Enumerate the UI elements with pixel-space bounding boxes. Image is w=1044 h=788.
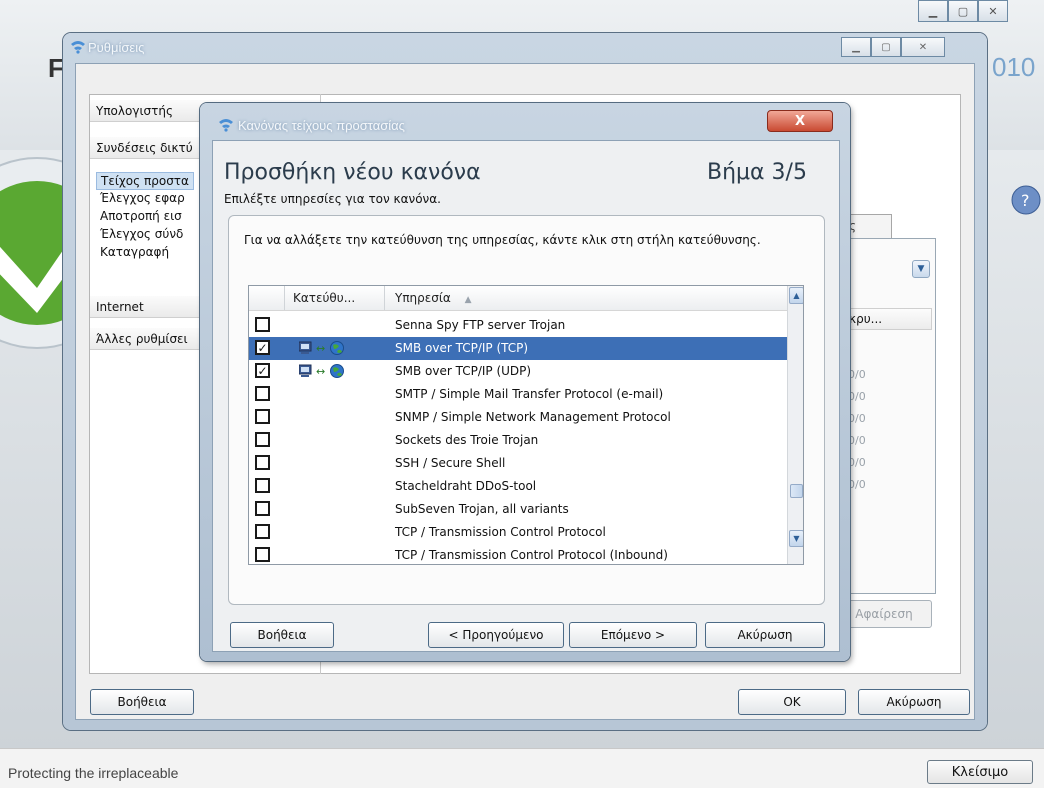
app-close-button[interactable]: Κλείσιμο <box>927 760 1033 784</box>
checkbox-unchecked[interactable] <box>255 386 270 401</box>
sort-ascending-icon: ▲ <box>464 295 472 305</box>
svg-text:↔: ↔ <box>316 342 325 355</box>
subitem-logging[interactable]: Καταγραφή <box>96 244 173 260</box>
checkbox-checked[interactable]: ✓ <box>255 340 270 355</box>
service-name: SMB over TCP/IP (TCP) <box>395 341 529 355</box>
service-name: TCP / Transmission Control Protocol (Inb… <box>395 548 668 562</box>
checkbox-unchecked[interactable] <box>255 478 270 493</box>
wizard-cancel-button[interactable]: Ακύρωση <box>705 622 825 648</box>
checkbox-checked[interactable]: ✓ <box>255 363 270 378</box>
svg-text:?: ? <box>1021 191 1030 210</box>
service-row[interactable]: ✓ ↔ SMB over TCP/IP (UDP) <box>249 360 787 383</box>
service-row[interactable]: TCP / Transmission Control Protocol <box>249 521 787 544</box>
wizard-heading: Προσθήκη νέου κανόνα <box>224 160 481 185</box>
service-name: Sockets des Troie Trojan <box>395 433 539 447</box>
service-row[interactable]: SMTP / Simple Mail Transfer Protocol (e-… <box>249 383 787 406</box>
settings-window-title: Ρυθμίσεις <box>88 40 145 55</box>
close-icon[interactable]: ✕ <box>978 0 1008 22</box>
wizard-instruction: Για να αλλάξετε την κατεύθυνση της υπηρε… <box>244 233 761 247</box>
service-name: SubSeven Trojan, all variants <box>395 502 569 516</box>
bg-value: 0/0 <box>848 478 866 491</box>
app-window-controls: ▁ ▢ ✕ <box>918 0 1008 22</box>
service-row[interactable]: Stacheldraht DDoS-tool <box>249 475 787 498</box>
checkbox-unchecked[interactable] <box>255 501 270 516</box>
service-row[interactable]: ✓ ↔ SMB over TCP/IP (TCP) <box>249 337 787 360</box>
settings-help-button[interactable]: Βοήθεια <box>90 689 194 715</box>
service-row[interactable]: SubSeven Trojan, all variants <box>249 498 787 521</box>
app-year-fragment: 010 <box>992 52 1036 82</box>
wizard-step: Βήμα 3/5 <box>707 160 807 185</box>
wizard-back-button[interactable]: < Προηγούμενο <box>428 622 564 648</box>
service-name: Senna Spy FTP server Trojan <box>395 318 566 332</box>
app-brand-letter: F <box>48 53 64 83</box>
service-row[interactable]: SSH / Secure Shell <box>249 452 787 475</box>
bg-value: 0/0 <box>848 434 866 447</box>
close-icon[interactable]: X <box>767 110 833 132</box>
service-name: SMTP / Simple Mail Transfer Protocol (e-… <box>395 387 664 401</box>
service-list-scrollbar[interactable]: ▲ ▼ <box>787 286 803 564</box>
close-icon[interactable]: ✕ <box>901 37 945 57</box>
service-name: SSH / Secure Shell <box>395 456 506 470</box>
bg-value: 0/0 <box>848 368 866 381</box>
service-list-header: Κατεύθυ... Υπηρεσία ▲ <box>249 286 787 311</box>
subitem-app-control[interactable]: Έλεγχος εφαρ <box>96 190 189 206</box>
bg-value: 0/0 <box>848 412 866 425</box>
service-list[interactable]: Κατεύθυ... Υπηρεσία ▲ Senna Spy FTP serv… <box>248 285 804 565</box>
settings-window-controls: ▁ ▢ ✕ <box>841 37 945 57</box>
chevron-down-icon[interactable]: ▼ <box>912 260 930 278</box>
app-tagline: Protecting the irreplaceable <box>8 765 179 781</box>
dialog-title: Κανόνας τείχους προστασίας <box>238 118 405 133</box>
checkbox-unchecked[interactable] <box>255 409 270 424</box>
wizard-next-button[interactable]: Επόμενο > <box>569 622 697 648</box>
subitem-firewall[interactable]: Τείχος προστα <box>96 172 194 190</box>
wizard-subtitle: Επιλέξτε υπηρεσίες για τον κανόνα. <box>224 192 441 206</box>
settings-cancel-button[interactable]: Ακύρωση <box>858 689 970 715</box>
service-name: SMB over TCP/IP (UDP) <box>395 364 532 378</box>
settings-window-icon <box>71 41 85 54</box>
checkbox-unchecked[interactable] <box>255 455 270 470</box>
maximize-icon[interactable]: ▢ <box>871 37 901 57</box>
settings-ok-button[interactable]: OK <box>738 689 846 715</box>
checkbox-unchecked[interactable] <box>255 524 270 539</box>
svg-text:↔: ↔ <box>316 365 325 378</box>
checkbox-unchecked[interactable] <box>255 317 270 332</box>
service-row[interactable]: Sockets des Troie Trojan <box>249 429 787 452</box>
subitem-connection-control[interactable]: Έλεγχος σύνδ <box>96 226 187 242</box>
direction-both-icon[interactable]: ↔ <box>298 340 359 356</box>
bg-remove-button: Αφαίρεση <box>836 600 932 628</box>
dialog-window-icon <box>219 119 233 132</box>
subitem-intrusion-prevention[interactable]: Αποτροπή εισ <box>96 208 186 224</box>
minimize-icon[interactable]: ▁ <box>841 37 871 57</box>
service-row[interactable]: TCP / Transmission Control Protocol (Inb… <box>249 544 787 564</box>
bg-value: 0/0 <box>848 390 866 403</box>
scroll-up-icon[interactable]: ▲ <box>789 287 803 304</box>
header-checkbox-col <box>249 286 285 310</box>
scroll-thumb[interactable] <box>790 484 803 498</box>
service-name: Stacheldraht DDoS-tool <box>395 479 537 493</box>
help-icon[interactable]: ? <box>1004 180 1044 220</box>
header-direction[interactable]: Κατεύθυ... <box>285 286 385 310</box>
service-row[interactable]: SNMP / Simple Network Management Protoco… <box>249 406 787 429</box>
service-row[interactable]: Senna Spy FTP server Trojan <box>249 314 787 337</box>
checkbox-unchecked[interactable] <box>255 547 270 562</box>
wizard-help-button[interactable]: Βοήθεια <box>230 622 334 648</box>
header-service-label: Υπηρεσία <box>395 291 451 305</box>
direction-both-icon[interactable]: ↔ <box>298 363 359 379</box>
bg-column-header[interactable]: κρυ... <box>836 308 932 330</box>
service-name: TCP / Transmission Control Protocol <box>395 525 606 539</box>
maximize-icon[interactable]: ▢ <box>948 0 978 22</box>
header-service[interactable]: Υπηρεσία ▲ <box>385 286 787 310</box>
checkbox-unchecked[interactable] <box>255 432 270 447</box>
bg-value: 0/0 <box>848 456 866 469</box>
minimize-icon[interactable]: ▁ <box>918 0 948 22</box>
scroll-down-icon[interactable]: ▼ <box>789 530 803 547</box>
service-name: SNMP / Simple Network Management Protoco… <box>395 410 671 424</box>
